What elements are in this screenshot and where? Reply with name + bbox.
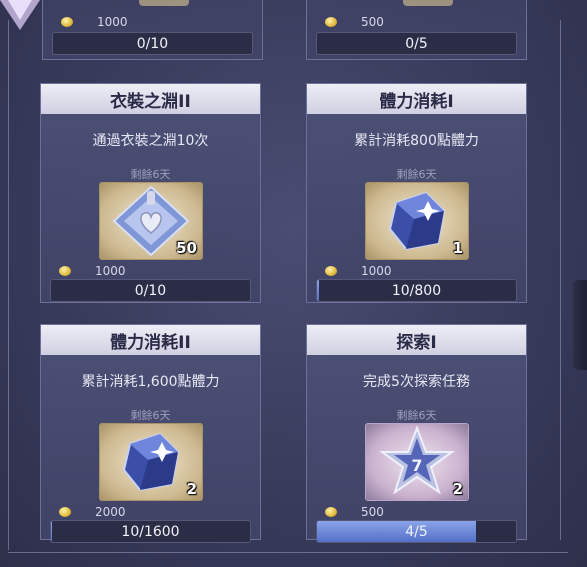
task-card-stamina-2[interactable]: 體力消耗II 累計消耗1,600點體力 剩餘6天 2 2000 10/1600 xyxy=(40,324,261,543)
card-description: 完成5次探索任務 xyxy=(363,374,470,390)
remaining-time: 剩餘6天 xyxy=(396,168,437,181)
reward-quantity: 2 xyxy=(452,480,463,498)
coin-icon xyxy=(61,17,73,27)
progress-bar: 10/800 xyxy=(316,279,517,302)
progress-bar: 4/5 xyxy=(316,520,517,543)
progress-text: 0/10 xyxy=(134,282,167,299)
coin-icon xyxy=(59,507,71,517)
reward-slot[interactable]: 50 xyxy=(99,182,203,260)
reward-slot-edge xyxy=(139,0,189,6)
coin-amount: 500 xyxy=(361,505,384,519)
progress-text: 10/800 xyxy=(391,282,442,299)
progress-bar: 0/10 xyxy=(52,32,253,55)
card-title: 體力消耗I xyxy=(307,84,526,114)
coin-amount: 1000 xyxy=(95,264,126,278)
task-card-stamina-1[interactable]: 體力消耗I 累計消耗800點體力 剩餘6天 1 1000 10/800 xyxy=(306,83,527,303)
reward-quantity: 2 xyxy=(186,480,197,498)
progress-text: 0/5 xyxy=(405,35,428,52)
coin-icon xyxy=(59,266,71,276)
task-card-partial-1: 1000 0/10 xyxy=(42,0,263,60)
task-card-explore-1[interactable]: 探索I 完成5次探索任務 剩餘6天 7 2 500 4/5 xyxy=(306,324,527,543)
coin-icon xyxy=(325,17,337,27)
frame-right-line xyxy=(560,20,561,540)
reward-slot-edge xyxy=(403,0,453,6)
card-description: 累計消耗1,600點體力 xyxy=(81,374,220,390)
card-title: 衣裝之淵II xyxy=(41,84,260,114)
coin-icon xyxy=(325,266,337,276)
card-title: 探索I xyxy=(307,325,526,355)
card-title: 體力消耗II xyxy=(41,325,260,355)
corner-gem-icon xyxy=(0,0,40,30)
svg-text:7: 7 xyxy=(411,456,422,475)
progress-bar: 0/5 xyxy=(316,32,517,55)
frame-left-line xyxy=(8,20,9,550)
progress-text: 4/5 xyxy=(405,523,428,540)
coin-amount: 1000 xyxy=(97,15,128,29)
task-card-partial-2: 500 0/5 xyxy=(306,0,527,60)
reward-slot[interactable]: 7 2 xyxy=(365,423,469,501)
frame-bottom-line xyxy=(8,552,568,553)
reward-quantity: 50 xyxy=(176,239,197,257)
task-card-costume-abyss-2[interactable]: 衣裝之淵II 通過衣裝之淵10次 剩餘6天 50 1000 0/10 xyxy=(40,83,261,303)
remaining-time: 剩餘6天 xyxy=(130,409,171,422)
progress-text: 10/1600 xyxy=(121,523,180,540)
scroll-edge[interactable] xyxy=(573,280,587,370)
card-description: 累計消耗800點體力 xyxy=(354,133,479,149)
progress-bar: 0/10 xyxy=(50,279,251,302)
coin-amount: 500 xyxy=(361,15,384,29)
reward-slot[interactable]: 2 xyxy=(99,423,203,501)
remaining-time: 剩餘6天 xyxy=(396,409,437,422)
reward-quantity: 1 xyxy=(452,239,463,257)
progress-bar: 10/1600 xyxy=(50,520,251,543)
remaining-time: 剩餘6天 xyxy=(130,168,171,181)
card-description: 通過衣裝之淵10次 xyxy=(92,133,209,149)
coin-amount: 1000 xyxy=(361,264,392,278)
reward-slot[interactable]: 1 xyxy=(365,182,469,260)
progress-text: 0/10 xyxy=(136,35,169,52)
coin-amount: 2000 xyxy=(95,505,126,519)
coin-icon xyxy=(325,507,337,517)
